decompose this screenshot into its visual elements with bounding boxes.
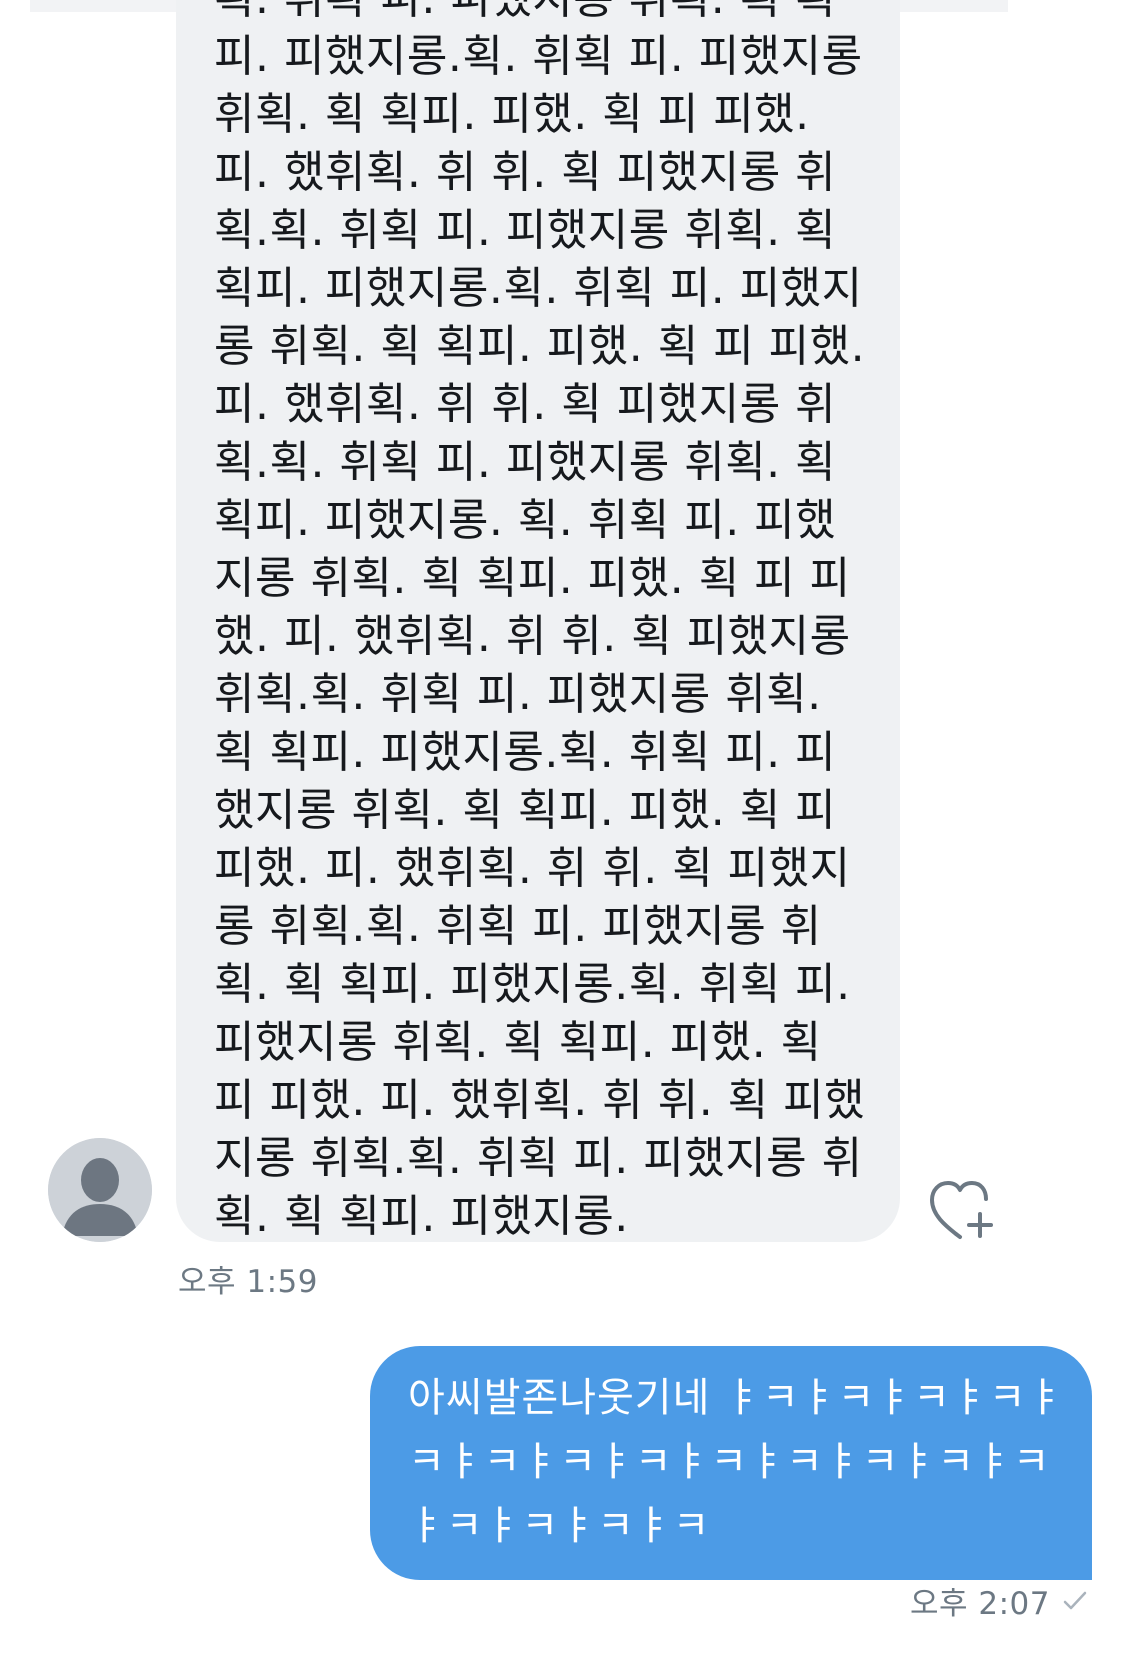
- check-icon: [1062, 1588, 1088, 1614]
- like-message-button[interactable]: [926, 1176, 998, 1242]
- default-user-avatar-icon: [48, 1138, 152, 1242]
- heart-plus-icon: [930, 1181, 993, 1239]
- outgoing-message-text: 아씨발존나웃기네 ㅑㅋㅑㅋㅑㅋㅑㅋㅑㅋㅑㅋㅑㅋㅑㅋㅑㅋㅑㅋㅑㅋㅑㅋㅑㅋㅑㅋㅑㅋㅑ…: [408, 1375, 1065, 1549]
- incoming-message-bubble[interactable]: 획. 휘획 피. 피했지롱 휘획. 획 획피. 피했지롱.획. 휘획 피. 피했…: [176, 0, 900, 1242]
- incoming-message-text: 획. 휘획 피. 피했지롱 휘획. 획 획피. 피했지롱.획. 휘획 피. 피했…: [214, 0, 866, 1242]
- incoming-message-timestamp: 오후 1:59: [178, 1264, 319, 1300]
- sender-avatar[interactable]: [48, 1138, 152, 1242]
- outgoing-message-bubble[interactable]: 아씨발존나웃기네 ㅑㅋㅑㅋㅑㅋㅑㅋㅑㅋㅑㅋㅑㅋㅑㅋㅑㅋㅑㅋㅑㅋㅑㅋㅑㅋㅑㅋㅑㅋㅑ…: [370, 1346, 1092, 1580]
- outgoing-message-status: 오후 2:07: [910, 1578, 1088, 1623]
- outgoing-message-timestamp: 오후 2:07: [909, 1586, 1050, 1622]
